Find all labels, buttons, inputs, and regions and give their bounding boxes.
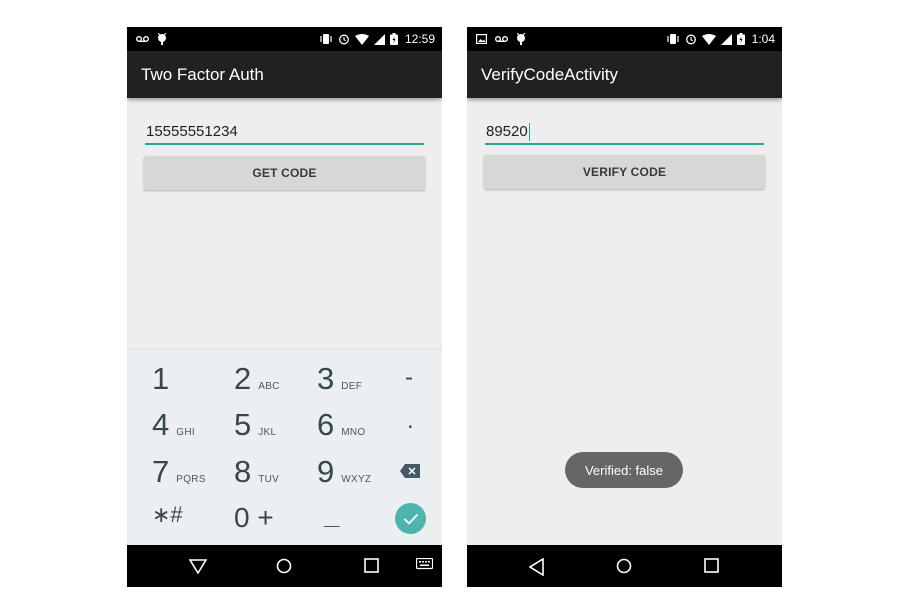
app-bar: Two Factor Auth xyxy=(127,51,442,98)
vibrate-icon xyxy=(667,34,679,44)
wifi-icon xyxy=(354,33,369,45)
signal-icon xyxy=(720,33,732,45)
key-digit: 3 xyxy=(317,361,335,396)
done-button[interactable] xyxy=(395,503,426,534)
key-2[interactable]: 2 ABC xyxy=(234,361,314,409)
battery-icon xyxy=(389,33,398,45)
verification-code-input[interactable] xyxy=(485,119,764,143)
phone-number-input[interactable] xyxy=(145,119,424,143)
recents-icon[interactable] xyxy=(364,558,379,573)
alarm-icon xyxy=(339,34,349,45)
app-bar: VerifyCodeActivity xyxy=(467,51,782,98)
key-symbol: ∗# xyxy=(152,502,183,527)
phone-screen-verify-code: 1:04 VerifyCodeActivity VERIFY CODE Veri… xyxy=(467,27,782,587)
key-6[interactable]: 6 MNO xyxy=(317,407,397,455)
battery-icon xyxy=(736,33,745,45)
key-digit: 4 xyxy=(152,407,170,442)
verification-code-field-container xyxy=(485,119,764,145)
key-digit: 0 + xyxy=(234,502,274,533)
key-3[interactable]: 3 DEF xyxy=(317,361,397,409)
key-minus[interactable]: - xyxy=(405,364,442,412)
android-debug-icon xyxy=(516,33,526,45)
key-period[interactable]: . xyxy=(407,407,442,455)
app-title: Two Factor Auth xyxy=(141,65,264,84)
backspace-icon[interactable] xyxy=(400,464,420,478)
check-icon xyxy=(403,513,418,525)
voicemail-icon xyxy=(136,36,149,43)
back-icon[interactable] xyxy=(189,558,207,574)
home-icon[interactable] xyxy=(616,558,632,574)
toast-message: Verified: false xyxy=(565,452,683,488)
android-debug-icon xyxy=(157,33,167,45)
key-digit: 6 xyxy=(317,407,335,442)
key-letters: TUV xyxy=(258,474,280,485)
phone-number-field-container xyxy=(145,119,424,145)
home-icon[interactable] xyxy=(276,558,292,574)
key-digit: 9 xyxy=(317,454,335,489)
status-time: 1:04 xyxy=(751,32,775,46)
key-1[interactable]: 1 xyxy=(152,361,232,409)
status-bar: 12:59 xyxy=(127,27,442,51)
text-cursor xyxy=(529,123,530,141)
key-letters: ABC xyxy=(258,381,280,392)
recents-icon[interactable] xyxy=(704,558,719,573)
signal-icon xyxy=(373,33,385,45)
keyboard-icon[interactable] xyxy=(416,558,433,571)
key-symbol: . xyxy=(407,407,414,434)
key-letters: PQRS xyxy=(176,474,206,485)
status-time: 12:59 xyxy=(404,32,435,46)
key-star-hash[interactable]: ∗# xyxy=(152,502,202,550)
key-letters: DEF xyxy=(341,381,363,392)
verify-code-button[interactable]: VERIFY CODE xyxy=(484,155,765,189)
key-digit: 1 xyxy=(152,361,170,396)
key-letters: WXYZ xyxy=(341,474,372,485)
alarm-icon xyxy=(685,34,696,45)
key-4[interactable]: 4 GHI xyxy=(152,407,232,455)
key-7[interactable]: 7 PQRS xyxy=(152,454,232,502)
navigation-bar xyxy=(467,545,782,587)
wifi-icon xyxy=(701,33,716,45)
navigation-bar xyxy=(127,545,442,587)
status-bar: 1:04 xyxy=(467,27,782,51)
key-8[interactable]: 8 TUV xyxy=(234,454,314,502)
key-symbol: __ xyxy=(324,511,340,527)
key-0-plus[interactable]: 0 + xyxy=(234,502,314,550)
key-9[interactable]: 9 WXYZ xyxy=(317,454,397,502)
key-letters: JKL xyxy=(258,427,277,438)
get-code-button[interactable]: GET CODE xyxy=(144,156,425,190)
key-letters: GHI xyxy=(176,427,195,438)
phone-screen-two-factor-auth: 12:59 Two Factor Auth GET CODE 1 2 ABC 3D… xyxy=(127,27,442,587)
key-letters: MNO xyxy=(341,427,366,438)
vibrate-icon xyxy=(320,34,332,44)
app-title: VerifyCodeActivity xyxy=(481,65,618,84)
key-digit: 7 xyxy=(152,454,170,489)
numeric-keypad: 1 2 ABC 3 DEF - 4 GHI 5 JKL 6 MNO . 7 PQRS 8 TU… xyxy=(127,349,442,545)
key-digit: 8 xyxy=(234,454,252,489)
image-icon xyxy=(476,34,487,44)
voicemail-icon xyxy=(495,36,508,43)
key-digit: 5 xyxy=(234,407,252,442)
key-symbol: - xyxy=(405,364,413,391)
key-digit: 2 xyxy=(234,361,252,396)
back-icon[interactable] xyxy=(529,558,545,576)
key-5[interactable]: 5 JKL xyxy=(234,407,314,455)
